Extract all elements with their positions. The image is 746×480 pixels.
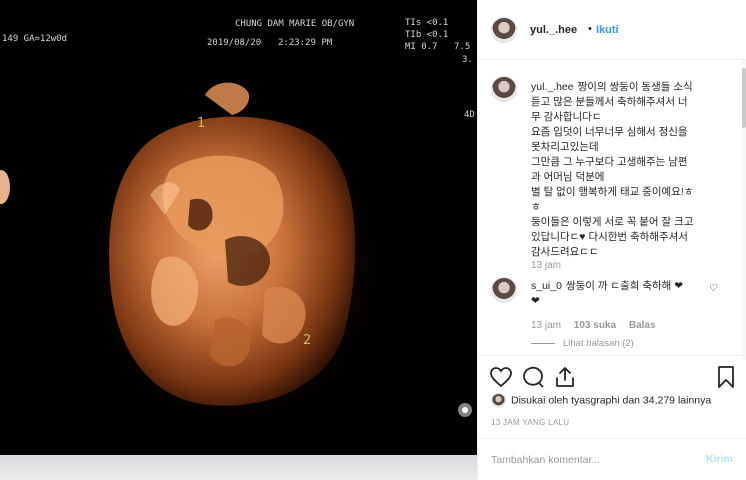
caption-line: 있답니다ㄷ♥ 다시한번 축하해주셔서	[531, 231, 688, 243]
post-photo[interactable]: CHUNG DAM MARIE OB/GYN 149 GA=12w0d 2019…	[0, 0, 477, 480]
commenter-avatar[interactable]	[491, 277, 517, 303]
view-replies-label: Lihat balasan (2)	[563, 338, 634, 349]
probe-icon	[458, 403, 472, 417]
comment-text: s_ui_0 쌍둥이 까 ㄷ출희 축하해 ❤ ❤	[531, 279, 701, 309]
author-avatar[interactable]	[491, 17, 517, 43]
caption-line-text: 짱이의 쌍둥이 동생들 소식	[577, 81, 693, 93]
replies-dash	[531, 342, 555, 344]
caption-line: 무 감사합니다ㄷ	[531, 111, 602, 123]
caption-line: 못차리고있는데	[531, 141, 599, 153]
fetus-rendering	[85, 82, 385, 430]
comment-time[interactable]: 13 jam	[531, 320, 561, 331]
comment-meta: 13 jam 103 suka Balas	[531, 320, 666, 331]
comment-body-cont: ❤	[531, 295, 540, 307]
paper-edge	[0, 455, 477, 480]
caption-line: ㅎ	[531, 201, 541, 213]
reply-button[interactable]: Balas	[629, 320, 656, 331]
header-separator: •	[588, 23, 592, 35]
comment-body: 쌍둥이 까 ㄷ출희 축하해 ❤	[565, 280, 684, 292]
scan-marker-1: 1	[197, 116, 206, 131]
scan-marker-2: 2	[303, 333, 312, 348]
caption-line: 둥이들은 이렇게 서로 꼭 붙어 잘 크고	[531, 216, 694, 228]
caption-text: yul._.hee 짱이의 쌍둥이 동생들 소식 듣고 많은 분들께서 축하해주셔…	[531, 80, 717, 260]
caption-line: 감사드려요ㄷㄷ	[531, 246, 599, 258]
commenter-username[interactable]: s_ui_0	[531, 280, 562, 292]
scrollbar-thumb[interactable]	[742, 68, 746, 128]
author-username[interactable]: yul._.hee	[530, 24, 577, 36]
view-replies-button[interactable]: Lihat balasan (2)	[531, 338, 634, 349]
post-header: yul._.hee • Ikuti	[478, 0, 746, 60]
heart-icon[interactable]	[489, 365, 513, 389]
caption-line: 그만큼 그 누구보다 고생해주는 남편	[531, 156, 688, 168]
comments-scrollbar[interactable]	[742, 60, 746, 360]
caption-username[interactable]: yul._.hee	[531, 81, 574, 93]
comments-list[interactable]: yul._.hee 짱이의 쌍둥이 동생들 소식 듣고 많은 분들께서 축하해주셔…	[478, 60, 740, 360]
add-comment-bar: Kirim	[478, 438, 746, 480]
instagram-post-view: CHUNG DAM MARIE OB/GYN 149 GA=12w0d 2019…	[0, 0, 746, 480]
caption-avatar[interactable]	[491, 76, 517, 102]
caption-line: 별 탈 없이 행복하게 태교 중이예요!ㅎ	[531, 186, 694, 198]
post-date[interactable]: 13 JAM YANG LALU	[491, 418, 569, 427]
caption-line: yul._.hee 짱이의 쌍둥이 동생들 소식	[531, 80, 717, 95]
comment-likes[interactable]: 103 suka	[574, 320, 616, 331]
post-side-panel: yul._.hee • Ikuti yul._.hee 짱이의 쌍둥이 동생들 소…	[477, 0, 746, 480]
caption-line: 과 어머님 덕분에	[531, 171, 605, 183]
caption-line: 요즘 입덧이 너무너무 심해서 정신을	[531, 126, 688, 138]
comment-like-heart-icon[interactable]: ♡	[709, 283, 718, 294]
liker-avatar	[491, 393, 506, 408]
action-bar	[478, 355, 746, 395]
follow-button[interactable]: Ikuti	[596, 24, 619, 36]
comment-input[interactable]	[491, 449, 691, 471]
bookmark-icon[interactable]	[714, 365, 738, 389]
post-comment-button[interactable]: Kirim	[706, 453, 733, 465]
liked-by-text: Disukai oleh tyasgraphi dan 34,279 lainn…	[511, 394, 712, 407]
ultrasound-scan: CHUNG DAM MARIE OB/GYN 149 GA=12w0d 2019…	[0, 0, 477, 455]
caption-time[interactable]: 13 jam	[531, 260, 561, 271]
share-icon[interactable]	[553, 365, 577, 389]
caption-line: 듣고 많은 분들께서 축하해주셔서 너	[531, 96, 688, 108]
liked-by[interactable]: Disukai oleh tyasgraphi dan 34,279 lainn…	[491, 393, 711, 408]
comment-icon[interactable]	[521, 365, 545, 389]
